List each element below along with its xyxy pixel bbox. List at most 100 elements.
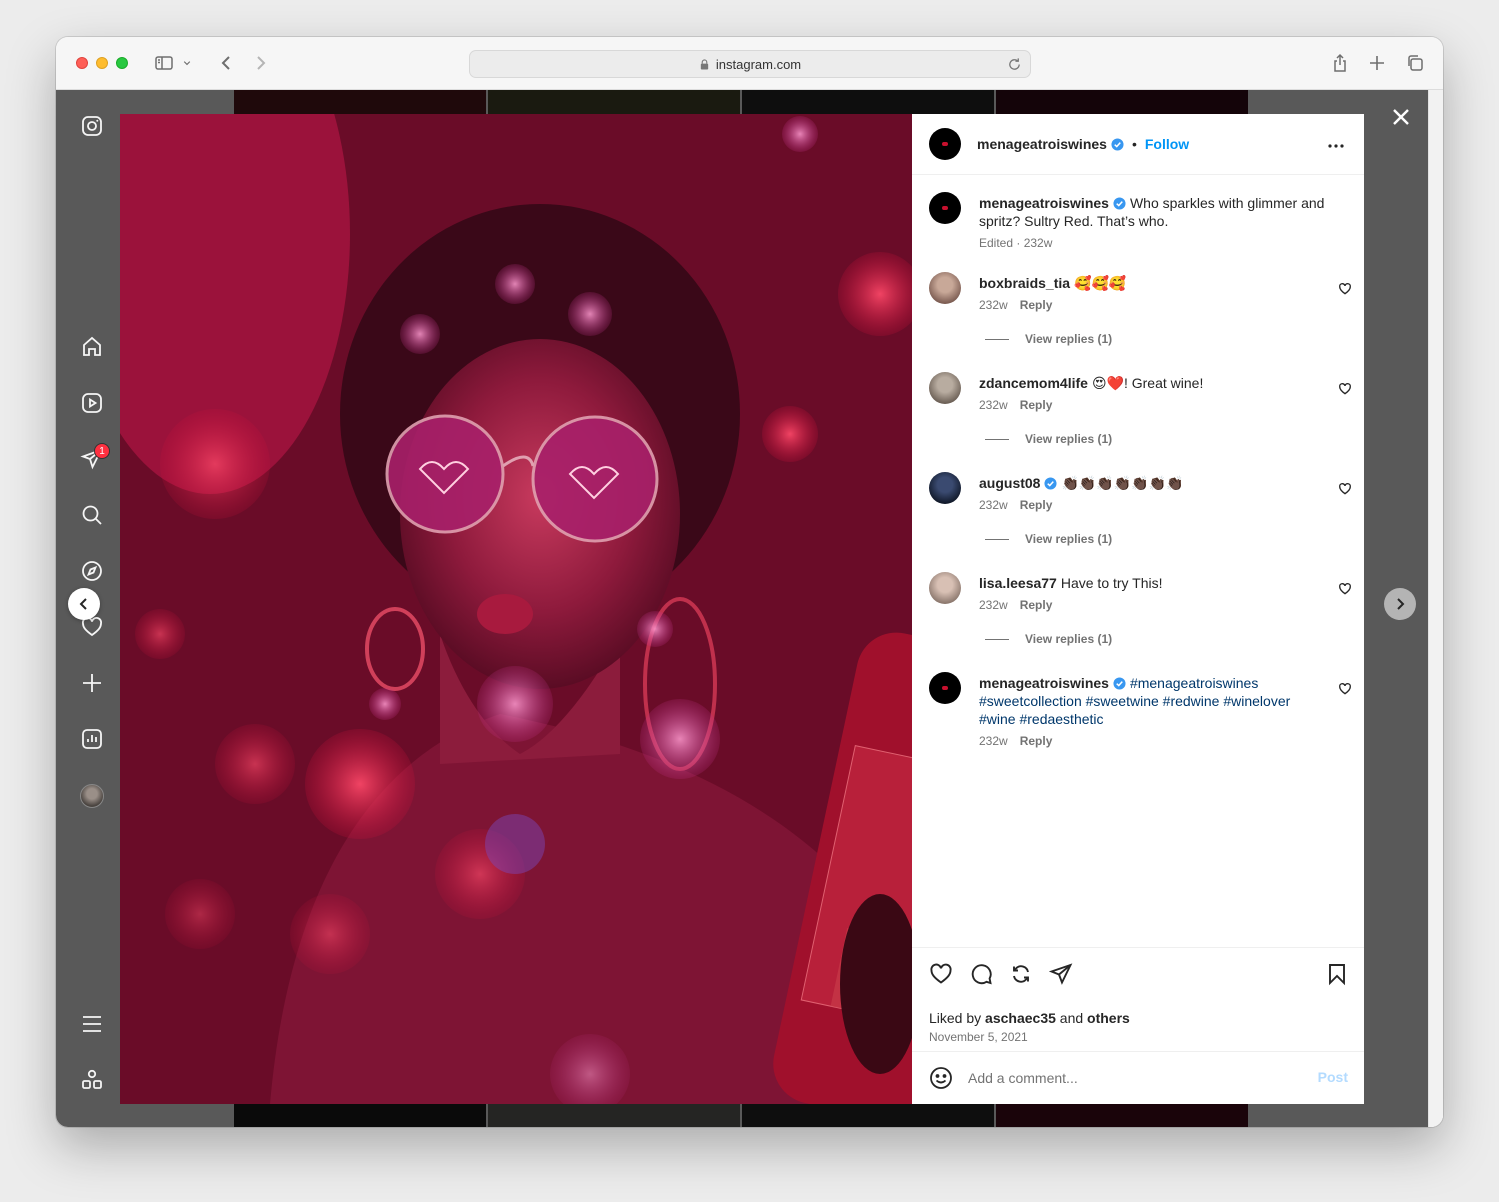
profile-avatar[interactable] [80,784,104,808]
comment-item: menageatroiswines #menageatroiswines #swe… [929,672,1352,752]
back-icon[interactable] [214,51,238,75]
comment-username[interactable]: menageatroiswines [979,675,1109,691]
author-username[interactable]: menageatroiswines [977,136,1107,152]
comment-input[interactable] [968,1068,1288,1088]
emoji-icon[interactable] [929,1066,953,1090]
comment-like-icon[interactable] [1338,682,1352,696]
previous-post-button[interactable] [68,588,100,620]
create-icon[interactable] [80,671,104,695]
view-replies-button[interactable]: View replies (1) [979,532,1112,546]
reply-button[interactable]: Reply [1020,498,1053,512]
brand-logo-icon [942,686,948,690]
comments-list[interactable]: menageatroiswines Who sparkles with glimm… [912,176,1364,947]
new-tab-icon[interactable] [1365,51,1389,75]
divider [985,638,1009,640]
more-apps-icon[interactable] [80,1068,104,1092]
reels-icon[interactable] [80,391,104,415]
browser-titlebar: instagram.com [56,37,1443,90]
post-comment-button[interactable]: Post [1318,1069,1348,1085]
reply-button[interactable]: Reply [1020,598,1053,612]
comment-like-icon[interactable] [1338,282,1352,296]
like-icon[interactable] [929,962,953,986]
divider [985,338,1009,340]
sidebar-toggle-icon[interactable] [152,51,176,75]
share-icon[interactable] [1328,51,1352,75]
liked-by-user[interactable]: aschaec35 [985,1010,1056,1026]
verified-badge-icon [1113,677,1126,690]
view-replies-button[interactable]: View replies (1) [979,432,1112,446]
verified-badge-icon [1113,197,1126,210]
instagram-icon[interactable] [80,114,104,138]
next-post-button[interactable] [1384,588,1416,620]
comment-time: 232w [979,398,1008,412]
comment-username[interactable]: lisa.leesa77 [979,575,1057,591]
comment-text: 🥰🥰🥰 [1074,275,1127,291]
post-date: November 5, 2021 [929,1030,1028,1044]
search-icon[interactable] [80,503,104,527]
post-photo[interactable] [120,114,912,1104]
comment-username[interactable]: boxbraids_tia [979,275,1070,291]
zoom-window-button[interactable] [116,57,128,69]
page-scrollbar[interactable] [1428,90,1443,1127]
comment-time: 232w [979,734,1008,748]
comment-username[interactable]: zdancemom4life [979,375,1088,391]
caption-username[interactable]: menageatroiswines [979,195,1109,211]
caption-body: menageatroiswines Who sparkles with glimm… [979,194,1352,250]
likes-and: and [1059,1010,1084,1026]
reload-icon[interactable] [1007,57,1022,72]
notification-badge: 1 [94,443,110,459]
comment-body: menageatroiswines #menageatroiswines #swe… [979,674,1322,748]
post-actions: Liked by aschaec35 and others November 5… [912,947,1364,1051]
comment-body: august08 👏🏿👏🏿👏🏿👏🏿👏🏿👏🏿👏🏿 232w Reply [979,474,1322,512]
comment-icon[interactable] [969,962,993,986]
close-window-button[interactable] [76,57,88,69]
chevron-down-icon[interactable] [180,51,194,75]
menu-icon[interactable] [80,1012,104,1036]
comment-like-icon[interactable] [1338,582,1352,596]
liked-by-others[interactable]: others [1087,1010,1130,1026]
explore-icon[interactable] [80,559,104,583]
divider [985,438,1009,440]
separator-dot: • [1131,136,1137,152]
caption-avatar[interactable] [929,192,961,224]
repost-icon[interactable] [1009,962,1033,986]
more-options-icon[interactable] [1324,134,1348,158]
likes-prefix: Liked by [929,1010,982,1026]
divider [985,538,1009,540]
minimize-window-button[interactable] [96,57,108,69]
reply-button[interactable]: Reply [1020,734,1053,748]
reply-button[interactable]: Reply [1020,298,1053,312]
address-bar[interactable]: instagram.com [469,50,1031,78]
view-replies-button[interactable]: View replies (1) [979,332,1112,346]
add-comment-bar: Post [912,1051,1364,1104]
comment-like-icon[interactable] [1338,482,1352,496]
comment-avatar[interactable] [929,472,961,504]
comment-body: boxbraids_tia 🥰🥰🥰 232w Reply [979,274,1322,312]
comment-avatar[interactable] [929,372,961,404]
comment-item: august08 👏🏿👏🏿👏🏿👏🏿👏🏿👏🏿👏🏿 232w Reply View re… [929,472,1352,552]
share-icon[interactable] [1048,962,1073,986]
close-modal-icon[interactable] [1389,105,1413,129]
dashboard-icon[interactable] [80,727,104,751]
follow-button[interactable]: Follow [1145,136,1189,152]
reply-button[interactable]: Reply [1020,398,1053,412]
comment-time: 232w [979,498,1008,512]
tab-overview-icon[interactable] [1403,51,1427,75]
comment-like-icon[interactable] [1338,382,1352,396]
verified-badge-icon [1044,477,1058,490]
comment-item: lisa.leesa77 Have to try This! 232w Reply … [929,572,1352,652]
author-info: menageatroiswines • Follow [977,136,1189,152]
save-icon[interactable] [1325,962,1349,986]
author-avatar[interactable] [929,128,961,160]
verified-badge-icon [1111,137,1124,151]
comment-body: zdancemom4life 😍❤️! Great wine! 232w Reply [979,374,1322,412]
comment-avatar[interactable] [929,272,961,304]
view-replies-button[interactable]: View replies (1) [979,632,1112,646]
lock-icon [700,58,709,70]
comment-username[interactable]: august08 [979,475,1040,491]
likes-summary: Liked by aschaec35 and others [929,1010,1130,1026]
comment-avatar[interactable] [929,672,961,704]
forward-icon[interactable] [249,51,273,75]
home-icon[interactable] [80,335,104,359]
comment-avatar[interactable] [929,572,961,604]
